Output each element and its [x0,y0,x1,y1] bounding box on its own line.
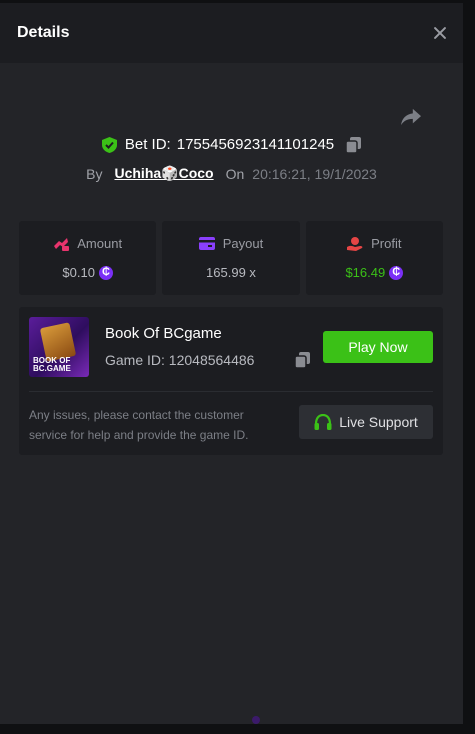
headset-icon [314,413,332,430]
modal-header: Details [0,3,463,63]
profit-label: Profit [371,236,402,251]
thumbnail-caption: BOOK OF BC.GAME [33,356,71,373]
amount-label: Amount [77,236,123,251]
bet-id-label: Bet ID: [124,136,171,153]
copy-icon[interactable] [346,136,362,153]
close-icon[interactable] [432,25,448,41]
bet-id-value: 1755456923141101245 [176,136,335,153]
payout-card-icon [198,237,215,250]
support-notice: Any issues, please contact the customer … [29,408,249,442]
stat-payout: Payout 165.99 x [162,221,300,295]
verified-shield-icon [101,136,117,153]
payout-label: Payout [222,236,264,251]
share-icon[interactable] [400,107,422,127]
amount-icon [54,237,70,251]
bet-meta-row: By Uchiha🎲Coco On 20:16:21, 19/1/2023 [0,165,463,182]
play-now-button[interactable]: Play Now [323,331,433,363]
details-modal: Details Bet ID: 1755456923141101245 By U… [0,3,463,724]
divider [29,391,433,392]
live-support-label: Live Support [339,414,418,430]
profit-icon [347,236,363,251]
game-id: Game ID: 12048564486 [105,352,255,368]
copy-icon[interactable] [295,352,310,368]
on-label: On [225,165,245,182]
game-name: Book Of BCgame [105,325,222,342]
stat-profit: Profit $16.49 ₵ [305,221,443,295]
background-coin-fragment [252,716,260,724]
game-card: BOOK OF BC.GAME Book Of BCgame Game ID: … [19,307,443,455]
modal-title: Details [17,24,70,41]
bet-stats: Amount $0.10 ₵ Payout 165.99 x Profit $1… [19,221,443,295]
live-support-button[interactable]: Live Support [299,405,433,439]
user-link[interactable]: Uchiha🎲Coco [114,165,213,182]
by-label: By [86,165,103,182]
coin-icon: ₵ [389,265,404,280]
amount-value: $0.10 [62,265,95,280]
stat-amount: Amount $0.10 ₵ [19,221,157,295]
coin-icon: ₵ [98,265,113,280]
bet-time: 20:16:21, 19/1/2023 [252,165,377,182]
payout-value: 165.99 x [206,265,256,280]
profit-value: $16.49 [345,265,386,280]
game-thumbnail[interactable]: BOOK OF BC.GAME [29,317,89,377]
bet-id-row: Bet ID: 1755456923141101245 [0,136,463,153]
